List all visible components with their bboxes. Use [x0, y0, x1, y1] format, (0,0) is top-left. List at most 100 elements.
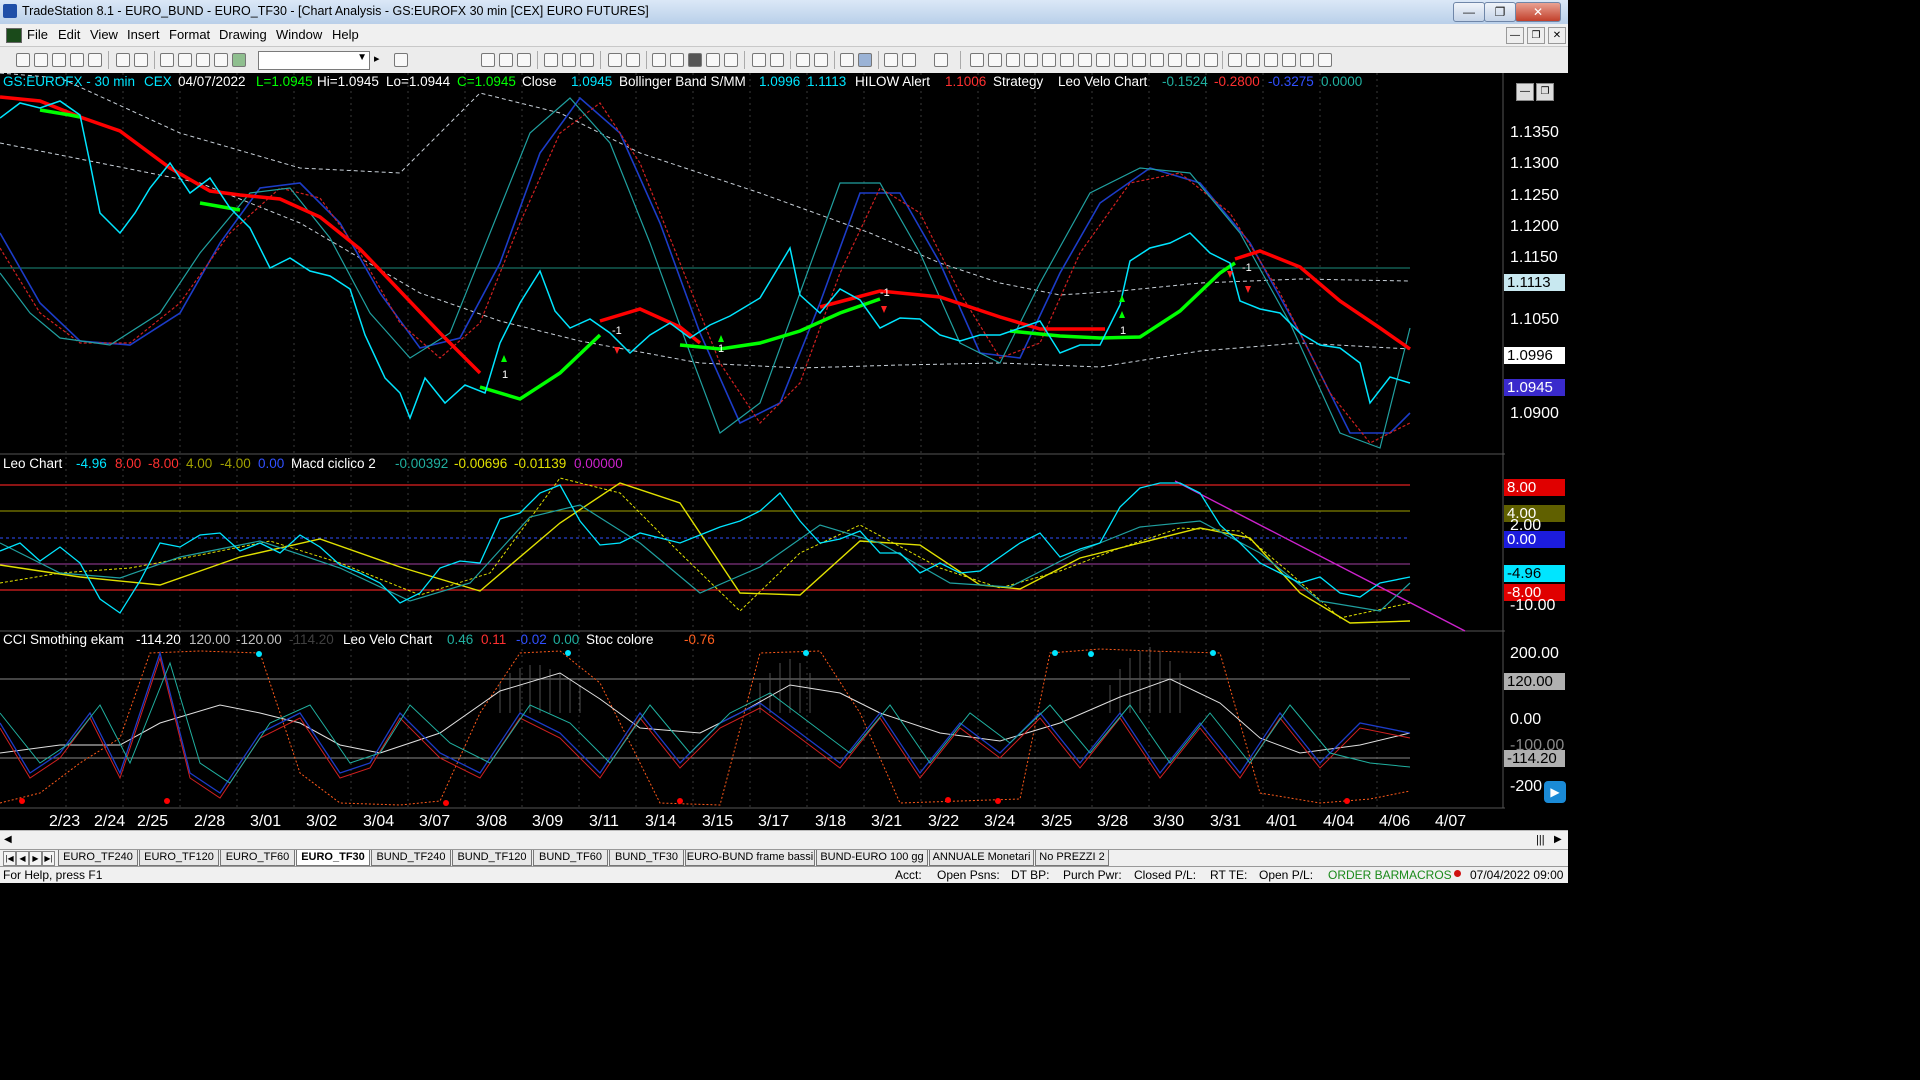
clock-icon[interactable] — [652, 53, 666, 67]
status-macros[interactable]: MACROS — [1399, 868, 1452, 882]
macd-value-4: 0.00000 — [574, 456, 623, 471]
symbol-combo[interactable]: ▼ — [258, 51, 370, 70]
tab-euro-bund-frame-bassi[interactable]: EURO-BUND frame bassi — [685, 850, 815, 866]
menu-file[interactable]: File — [27, 27, 48, 42]
ellipse-icon[interactable] — [1282, 53, 1296, 67]
tab-annuale-monetari[interactable]: ANNUALE Monetari — [929, 850, 1034, 866]
scale-icon[interactable] — [752, 53, 766, 67]
tab-bund-tf120[interactable]: BUND_TF120 — [452, 850, 532, 866]
document-icon[interactable] — [6, 28, 22, 43]
crosshair-icon[interactable] — [858, 53, 872, 67]
horizontal-scrollbar[interactable]: ◀ ||| ▶ — [0, 830, 1568, 850]
candle-icon[interactable] — [724, 53, 738, 67]
tab-euro-tf30[interactable]: EURO_TF30 — [296, 850, 370, 866]
chart-area[interactable]: GS:EUROFX - 30 min CEX 04/07/2022 L=1.09… — [0, 73, 1568, 850]
regression-icon[interactable] — [1060, 53, 1074, 67]
arrow-up-icon[interactable] — [1264, 53, 1278, 67]
fib-icon[interactable] — [1024, 53, 1038, 67]
zoom-in-icon[interactable] — [796, 53, 810, 67]
remote-icon[interactable]: ▶ — [1544, 781, 1566, 803]
tab-bund-tf30[interactable]: BUND_TF30 — [609, 850, 684, 866]
window2-icon[interactable] — [178, 53, 192, 67]
open-icon[interactable] — [34, 53, 48, 67]
scroll-right-icon[interactable]: ▶ — [1554, 834, 1562, 845]
scroll-grip-icon[interactable]: ||| — [1536, 834, 1545, 846]
new-icon[interactable] — [16, 53, 30, 67]
mdi-minimize-button[interactable]: — — [1506, 27, 1524, 44]
menu-help[interactable]: Help — [332, 27, 359, 42]
zoom-out-icon[interactable] — [814, 53, 828, 67]
refresh-icon[interactable] — [608, 53, 622, 67]
tab-bund-euro-100-gg[interactable]: BUND-EURO 100 gg — [816, 850, 928, 866]
mdi-close-button[interactable]: ✕ — [1548, 27, 1566, 44]
scroll-left-icon[interactable]: ◀ — [4, 834, 12, 845]
menu-view[interactable]: View — [90, 27, 118, 42]
channel-icon[interactable] — [1042, 53, 1056, 67]
rectangle-icon[interactable] — [1300, 53, 1314, 67]
copy-icon[interactable] — [70, 53, 84, 67]
menu-window[interactable]: Window — [276, 27, 322, 42]
doc-icon[interactable] — [214, 53, 228, 67]
text-icon[interactable] — [1318, 53, 1332, 67]
tab-euro-tf60[interactable]: EURO_TF60 — [220, 850, 295, 866]
gann-icon[interactable] — [1078, 53, 1092, 67]
spiral-icon[interactable] — [1186, 53, 1200, 67]
screen-icon[interactable] — [688, 53, 702, 67]
status-order-bar[interactable]: ORDER BAR — [1328, 868, 1399, 882]
curve-icon[interactable] — [1228, 53, 1242, 67]
pen-icon[interactable] — [1204, 53, 1218, 67]
hline-icon[interactable] — [1006, 53, 1020, 67]
compress-icon[interactable] — [770, 53, 784, 67]
magic-icon[interactable] — [902, 53, 916, 67]
lock-icon[interactable] — [196, 53, 210, 67]
trash-icon[interactable] — [934, 53, 948, 67]
pane-restore-button[interactable]: ❐ — [1536, 83, 1554, 101]
speed-icon[interactable] — [1096, 53, 1110, 67]
arc-icon[interactable] — [1168, 53, 1182, 67]
radar-icon[interactable] — [670, 53, 684, 67]
arrow-right-icon[interactable]: ▸ — [374, 52, 380, 65]
tab-euro-tf120[interactable]: EURO_TF120 — [139, 850, 219, 866]
menu-format[interactable]: Format — [169, 27, 210, 42]
cci-value-1: -114.20 — [136, 632, 181, 647]
tab-prev-icon[interactable]: ◀ — [16, 851, 29, 866]
menu-drawing[interactable]: Drawing — [219, 27, 267, 42]
tools-icon[interactable] — [884, 53, 898, 67]
parallel-icon[interactable] — [1150, 53, 1164, 67]
fan-icon[interactable] — [1114, 53, 1128, 67]
vline-icon[interactable] — [988, 53, 1002, 67]
globe-icon[interactable] — [232, 53, 246, 67]
pane-minimize-button[interactable]: — — [1516, 83, 1534, 101]
save-icon[interactable] — [88, 53, 102, 67]
maximize-button[interactable]: ❐ — [1484, 2, 1516, 22]
menu-edit[interactable]: Edit — [58, 27, 80, 42]
tab-last-icon[interactable]: ▶| — [42, 851, 55, 866]
chart-icon[interactable] — [52, 53, 66, 67]
mdi-restore-button[interactable]: ❐ — [1527, 27, 1545, 44]
wave-icon[interactable] — [544, 53, 558, 67]
tab-next-icon[interactable]: ▶ — [29, 851, 42, 866]
strategy-icon[interactable] — [580, 53, 594, 67]
table-icon[interactable] — [499, 53, 513, 67]
menu-insert[interactable]: Insert — [127, 27, 160, 42]
bar-icon[interactable] — [481, 53, 495, 67]
pointer-icon[interactable] — [840, 53, 854, 67]
horiz-arrow-icon[interactable] — [1132, 53, 1146, 67]
layout-icon[interactable] — [626, 53, 640, 67]
close-button[interactable]: ✕ — [1515, 2, 1561, 22]
tab-bund-tf240[interactable]: BUND_TF240 — [371, 850, 451, 866]
tab-euro-tf240[interactable]: EURO_TF240 — [58, 850, 138, 866]
indicator-icon[interactable] — [562, 53, 576, 67]
arrow-down-icon[interactable] — [1246, 53, 1260, 67]
print-preview-icon[interactable] — [134, 53, 148, 67]
tab-no-prezzi-2[interactable]: No PREZZI 2 — [1035, 850, 1109, 866]
find-icon[interactable] — [394, 53, 408, 67]
tab-bund-tf60[interactable]: BUND_TF60 — [533, 850, 608, 866]
window-icon[interactable] — [160, 53, 174, 67]
minimize-button[interactable]: — — [1453, 2, 1485, 22]
grid-icon[interactable] — [517, 53, 531, 67]
print-icon[interactable] — [116, 53, 130, 67]
trendline-icon[interactable] — [970, 53, 984, 67]
bars-icon[interactable] — [706, 53, 720, 67]
tab-first-icon[interactable]: |◀ — [3, 851, 16, 866]
